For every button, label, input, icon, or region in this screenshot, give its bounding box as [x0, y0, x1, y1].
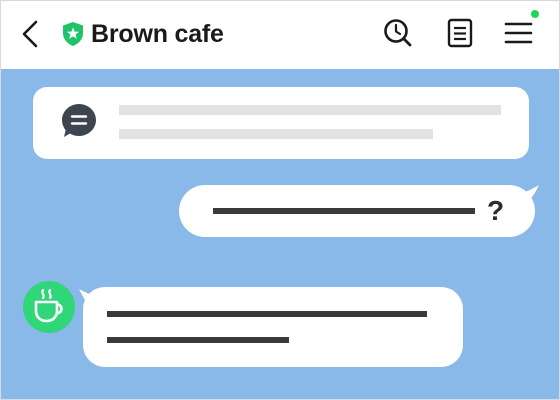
coffee-cup-icon — [34, 288, 63, 323]
menu-button[interactable] — [501, 15, 535, 51]
chat-header: Brown cafe — [1, 1, 559, 69]
message-text-placeholder — [107, 311, 427, 317]
notice-text-placeholder — [119, 105, 501, 115]
notice-banner[interactable] — [33, 87, 529, 159]
question-mark: ? — [487, 195, 505, 226]
cafe-avatar[interactable] — [23, 281, 75, 333]
message-text-placeholder — [213, 208, 475, 214]
menu-icon — [504, 22, 533, 44]
notes-icon — [447, 18, 473, 48]
search-icon — [384, 19, 412, 47]
online-indicator — [531, 10, 539, 18]
back-button[interactable] — [15, 17, 45, 51]
notice-text-placeholder — [119, 129, 433, 139]
notes-button[interactable] — [443, 15, 477, 51]
outgoing-message: ? — [179, 185, 535, 237]
back-arrow-icon — [22, 20, 38, 48]
message-text-placeholder — [107, 337, 289, 343]
speech-bubble-icon — [62, 104, 96, 137]
search-button[interactable] — [381, 15, 415, 51]
chat-area[interactable]: ? — [1, 69, 559, 399]
incoming-message — [83, 287, 463, 367]
chat-window: Brown cafe ? — [0, 0, 560, 400]
verified-shield-icon — [63, 22, 83, 46]
chat-title: Brown cafe — [91, 20, 224, 48]
